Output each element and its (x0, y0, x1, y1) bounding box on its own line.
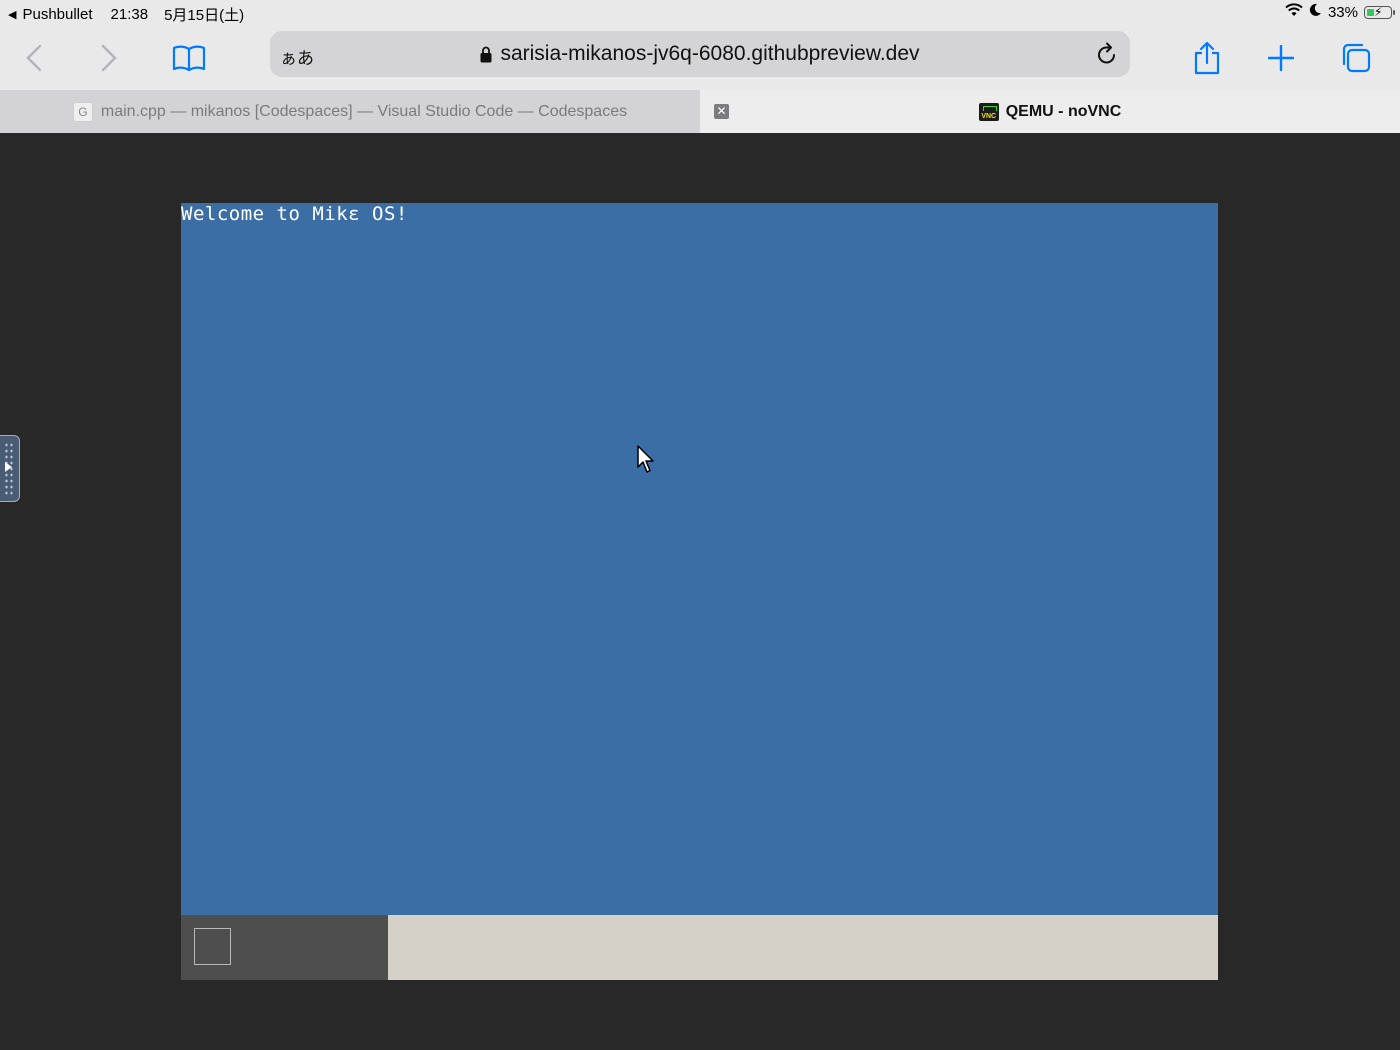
tab-bar: G main.cpp — mikanos [Codespaces] — Visu… (0, 90, 1400, 133)
reload-button[interactable] (1096, 42, 1118, 71)
vnc-favicon-icon: VNC (978, 102, 999, 121)
address-bar[interactable]: ぁあ sarisia-mikanos-jv6q-6080.githubprevi… (270, 31, 1130, 77)
browser-toolbar: ぁあ sarisia-mikanos-jv6q-6080.githubprevi… (0, 26, 1400, 90)
novnc-viewport: Welcome to Mikε OS! (0, 133, 1400, 1050)
new-tab-button[interactable] (1259, 36, 1303, 80)
expand-arrow-icon (5, 462, 12, 472)
vnc-remote-screen[interactable]: Welcome to Mikε OS! (181, 203, 1218, 915)
taskbar-square-icon[interactable] (194, 928, 231, 965)
moon-icon (1309, 3, 1322, 21)
tabs-overview-button[interactable] (1334, 36, 1378, 80)
lock-icon (480, 46, 492, 62)
status-bar: ◀ Pushbullet 21:38 5月15日(土) 33% ⚡ (0, 0, 1400, 26)
back-to-app-label[interactable]: Pushbullet (22, 6, 92, 23)
wifi-icon (1285, 3, 1303, 21)
battery-percent: 33% (1327, 3, 1358, 21)
chevron-left-icon (26, 44, 42, 72)
tab-title: QEMU - noVNC (1005, 102, 1122, 120)
share-icon (1194, 41, 1220, 75)
status-time: 21:38 (110, 6, 149, 23)
forward-button[interactable] (87, 36, 131, 80)
novnc-control-bar-handle[interactable] (0, 435, 20, 502)
tab-title: main.cpp — mikanos [Codespaces] — Visual… (100, 102, 628, 120)
status-left: ◀ Pushbullet 21:38 5月15日(土) (8, 4, 244, 25)
url-text: sarisia-mikanos-jv6q-6080.githubpreview.… (500, 42, 920, 65)
tab-vscode[interactable]: G main.cpp — mikanos [Codespaces] — Visu… (0, 90, 700, 133)
os-taskbar (181, 915, 1218, 980)
chevron-right-icon (101, 44, 117, 72)
charging-bolt-icon: ⚡ (1374, 4, 1383, 19)
status-date: 5月15日(土) (164, 7, 245, 24)
reload-icon (1098, 42, 1115, 64)
bookmarks-button[interactable] (167, 36, 211, 80)
back-to-app-icon[interactable]: ◀ (8, 8, 16, 21)
book-icon (172, 45, 206, 72)
tab-qemu-novnc[interactable]: ✕ VNC QEMU - noVNC (700, 90, 1400, 133)
welcome-message: Welcome to Mikε OS! (181, 203, 408, 225)
back-button[interactable] (12, 36, 56, 80)
close-tab-icon[interactable]: ✕ (714, 104, 729, 119)
battery-icon: ⚡ (1364, 4, 1395, 19)
plus-icon (1268, 45, 1294, 71)
tabs-overview-icon (1342, 43, 1371, 73)
taskbar-start-area[interactable] (181, 915, 388, 980)
mouse-cursor-icon (637, 445, 654, 473)
status-right: 33% ⚡ (1285, 3, 1395, 21)
share-button[interactable] (1185, 36, 1229, 80)
battery-fill (1367, 8, 1374, 16)
url-display[interactable]: sarisia-mikanos-jv6q-6080.githubpreview.… (270, 31, 1130, 77)
tab-favicon: G (72, 101, 93, 122)
